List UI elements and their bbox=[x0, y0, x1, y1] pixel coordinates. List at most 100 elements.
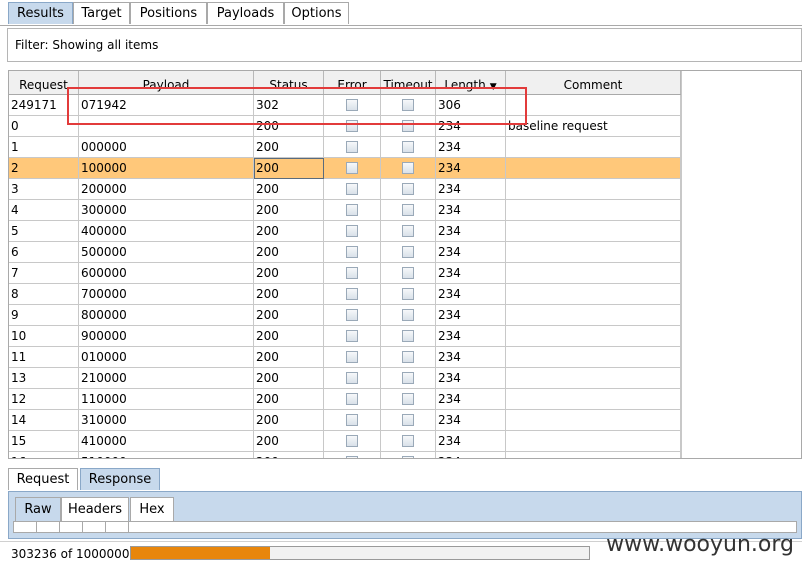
table-row[interactable]: 2 100000 200 234 bbox=[9, 158, 681, 179]
error-checkbox bbox=[346, 120, 358, 132]
filter-bar[interactable]: Filter: Showing all items bbox=[7, 28, 802, 62]
column-header-timeout[interactable]: Timeout bbox=[381, 71, 436, 94]
table-header: Request Payload Status Error Timeout Len… bbox=[9, 71, 681, 95]
table-row[interactable]: 6 500000 200 234 bbox=[9, 242, 681, 263]
cell-payload: 110000 bbox=[79, 389, 254, 410]
column-header-error[interactable]: Error bbox=[324, 71, 381, 94]
column-header-request[interactable]: Request bbox=[9, 71, 79, 94]
table-row[interactable]: 14 310000 200 234 bbox=[9, 410, 681, 431]
progress-count: 303236 of 1000000 bbox=[11, 547, 130, 561]
cell-error bbox=[324, 368, 381, 389]
tab-options[interactable]: Options bbox=[284, 2, 349, 24]
cell-timeout bbox=[381, 410, 436, 431]
table-row[interactable]: 1 000000 200 234 bbox=[9, 137, 681, 158]
cell-payload: 000000 bbox=[79, 137, 254, 158]
cell-length: 234 bbox=[436, 368, 506, 389]
cell-comment bbox=[506, 431, 681, 452]
table-row[interactable]: 5 400000 200 234 bbox=[9, 221, 681, 242]
timeout-checkbox bbox=[402, 204, 414, 216]
timeout-checkbox bbox=[402, 288, 414, 300]
cell-comment bbox=[506, 200, 681, 221]
cell-request: 1 bbox=[9, 137, 79, 158]
cell-timeout bbox=[381, 326, 436, 347]
request-response-tab-bar: Request Response bbox=[8, 465, 802, 491]
column-header-length[interactable]: Length ▼ bbox=[436, 71, 506, 94]
column-header-comment[interactable]: Comment bbox=[506, 71, 681, 94]
tab-positions[interactable]: Positions bbox=[130, 2, 207, 24]
cell-comment bbox=[506, 410, 681, 431]
error-checkbox bbox=[346, 414, 358, 426]
cell-error bbox=[324, 305, 381, 326]
error-checkbox bbox=[346, 372, 358, 384]
column-header-status[interactable]: Status bbox=[254, 71, 324, 94]
cell-request: 8 bbox=[9, 284, 79, 305]
cell-status: 200 bbox=[254, 389, 324, 410]
table-row[interactable]: 16510000200 234 bbox=[9, 452, 681, 458]
cell-request: 2 bbox=[9, 158, 79, 179]
cell-error bbox=[324, 410, 381, 431]
cell-length: 234 bbox=[436, 200, 506, 221]
cell-status: 302 bbox=[254, 95, 324, 116]
cell-error bbox=[324, 452, 381, 458]
timeout-checkbox bbox=[402, 309, 414, 321]
cell-error bbox=[324, 242, 381, 263]
column-header-payload[interactable]: Payload bbox=[79, 71, 254, 94]
table-row[interactable]: 7 600000 200 234 bbox=[9, 263, 681, 284]
cell-status: 200 bbox=[254, 242, 324, 263]
table-row[interactable]: 13 210000 200 234 bbox=[9, 368, 681, 389]
timeout-checkbox bbox=[402, 351, 414, 363]
cell-comment bbox=[506, 284, 681, 305]
subtab-headers[interactable]: Headers bbox=[61, 497, 129, 521]
status-bar: 303236 of 1000000 www.wooyun.org bbox=[0, 532, 802, 573]
tab-response[interactable]: Response bbox=[80, 468, 160, 490]
timeout-checkbox bbox=[402, 372, 414, 384]
table-row[interactable]: 3 200000 200 234 bbox=[9, 179, 681, 200]
error-checkbox bbox=[346, 309, 358, 321]
cell-request: 14 bbox=[9, 410, 79, 431]
cell-request: 5 bbox=[9, 221, 79, 242]
cell-timeout bbox=[381, 179, 436, 200]
cell-error bbox=[324, 389, 381, 410]
cell-payload: 300000 bbox=[79, 200, 254, 221]
cell-length: 234 bbox=[436, 116, 506, 137]
cell-comment bbox=[506, 242, 681, 263]
table-row[interactable]: 8 700000 200 234 bbox=[9, 284, 681, 305]
subtab-raw[interactable]: Raw bbox=[15, 497, 61, 521]
cell-request: 13 bbox=[9, 368, 79, 389]
cell-comment bbox=[506, 368, 681, 389]
watermark: www.wooyun.org bbox=[606, 532, 794, 557]
cell-length: 234 bbox=[436, 158, 506, 179]
cell-length: 234 bbox=[436, 179, 506, 200]
timeout-checkbox bbox=[402, 435, 414, 447]
error-checkbox bbox=[346, 393, 358, 405]
cell-status: 200 bbox=[254, 431, 324, 452]
timeout-checkbox bbox=[402, 141, 414, 153]
table-row[interactable]: 12 110000 200 234 bbox=[9, 389, 681, 410]
cell-status: 200 bbox=[254, 158, 324, 179]
cell-comment bbox=[506, 389, 681, 410]
cell-timeout bbox=[381, 284, 436, 305]
cell-comment bbox=[506, 179, 681, 200]
cell-error bbox=[324, 158, 381, 179]
tab-payloads[interactable]: Payloads bbox=[207, 2, 284, 24]
table-row[interactable]: 249171 071942 302 306 bbox=[9, 95, 681, 116]
subtab-hex[interactable]: Hex bbox=[130, 497, 174, 521]
tab-request[interactable]: Request bbox=[8, 468, 78, 490]
cell-timeout bbox=[381, 305, 436, 326]
tab-target[interactable]: Target bbox=[73, 2, 130, 24]
tab-results[interactable]: Results bbox=[8, 2, 73, 24]
cell-error bbox=[324, 95, 381, 116]
table-row[interactable]: 11 010000 200 234 bbox=[9, 347, 681, 368]
progress-bar bbox=[130, 546, 590, 560]
cell-payload: 210000 bbox=[79, 368, 254, 389]
error-checkbox bbox=[346, 456, 358, 458]
cell-request: 9 bbox=[9, 305, 79, 326]
table-row[interactable]: 9 800000 200 234 bbox=[9, 305, 681, 326]
cell-error bbox=[324, 431, 381, 452]
cell-timeout bbox=[381, 200, 436, 221]
table-row[interactable]: 15 410000 200 234 bbox=[9, 431, 681, 452]
cell-timeout bbox=[381, 95, 436, 116]
table-row[interactable]: 4 300000 200 234 bbox=[9, 200, 681, 221]
table-row[interactable]: 0 200 234 baseline request bbox=[9, 116, 681, 137]
table-row[interactable]: 10 900000 200 234 bbox=[9, 326, 681, 347]
